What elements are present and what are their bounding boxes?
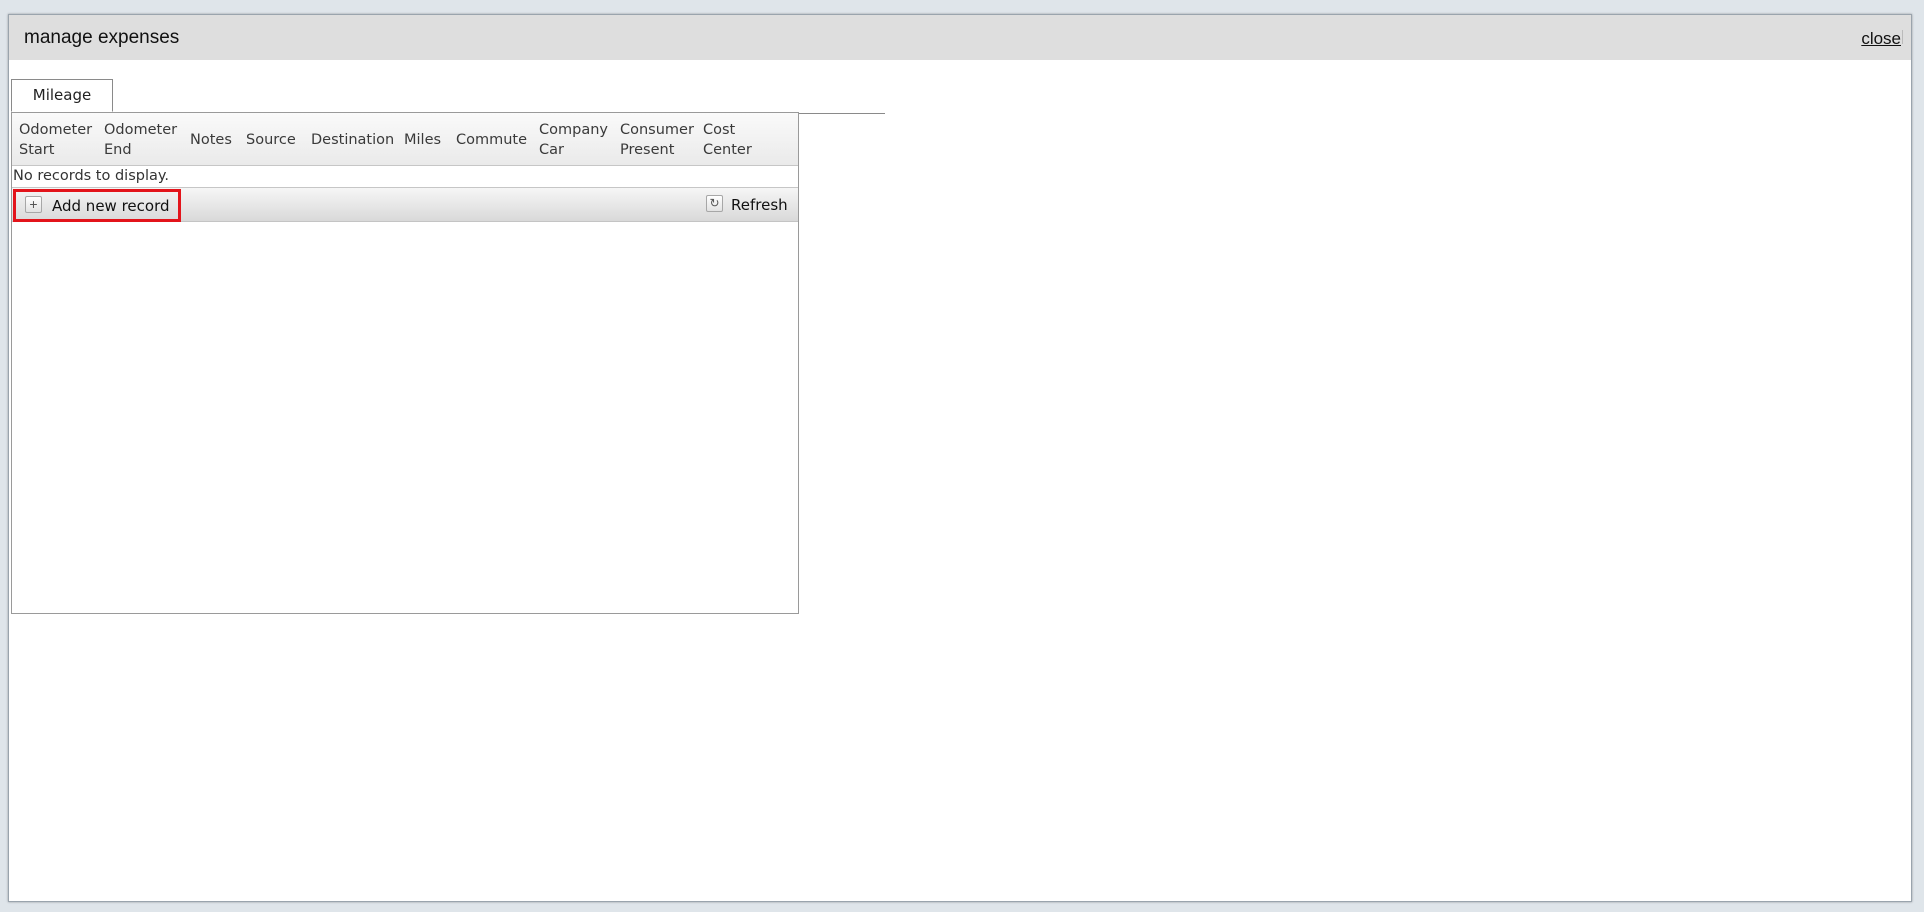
column-header-company-car[interactable]: Company Car <box>539 120 608 160</box>
close-link[interactable]: close <box>1861 29 1901 49</box>
column-header-consumer-present[interactable]: Consumer Present <box>620 120 694 160</box>
column-header-destination[interactable]: Destination <box>311 130 394 150</box>
column-header-source[interactable]: Source <box>246 130 296 150</box>
add-new-record-label: Add new record <box>52 197 170 215</box>
column-header-notes[interactable]: Notes <box>190 130 232 150</box>
add-new-record-button[interactable]: + Add new record <box>13 189 181 222</box>
refresh-icon: ↻ <box>706 195 723 212</box>
no-records-message: No records to display. <box>13 168 170 184</box>
dialog-title: manage expenses <box>24 27 180 48</box>
refresh-button[interactable]: ↻ Refresh <box>706 194 788 216</box>
grid-command-bar: + Add new record ↻ Refresh <box>12 188 798 222</box>
column-header-odometer-end[interactable]: Odometer End <box>104 120 177 160</box>
column-header-odometer-start[interactable]: Odometer Start <box>19 120 92 160</box>
grid-header: Odometer Start Odometer End Notes Source D… <box>12 113 798 166</box>
tab-mileage[interactable]: Mileage <box>11 79 113 112</box>
window-edge-scrollbar <box>1902 30 1911 44</box>
tabstrip: Mileage <box>11 79 885 114</box>
column-header-miles[interactable]: Miles <box>404 130 441 150</box>
column-header-cost-center[interactable]: Cost Center <box>703 120 752 160</box>
mileage-grid: Odometer Start Odometer End Notes Source D… <box>11 112 799 614</box>
column-header-commute[interactable]: Commute <box>456 130 527 150</box>
manage-expenses-dialog: manage expenses close Mileage Odometer St… <box>8 14 1912 902</box>
plus-icon: + <box>25 196 42 213</box>
dialog-titlebar: manage expenses close <box>9 15 1911 60</box>
refresh-label: Refresh <box>731 196 788 214</box>
